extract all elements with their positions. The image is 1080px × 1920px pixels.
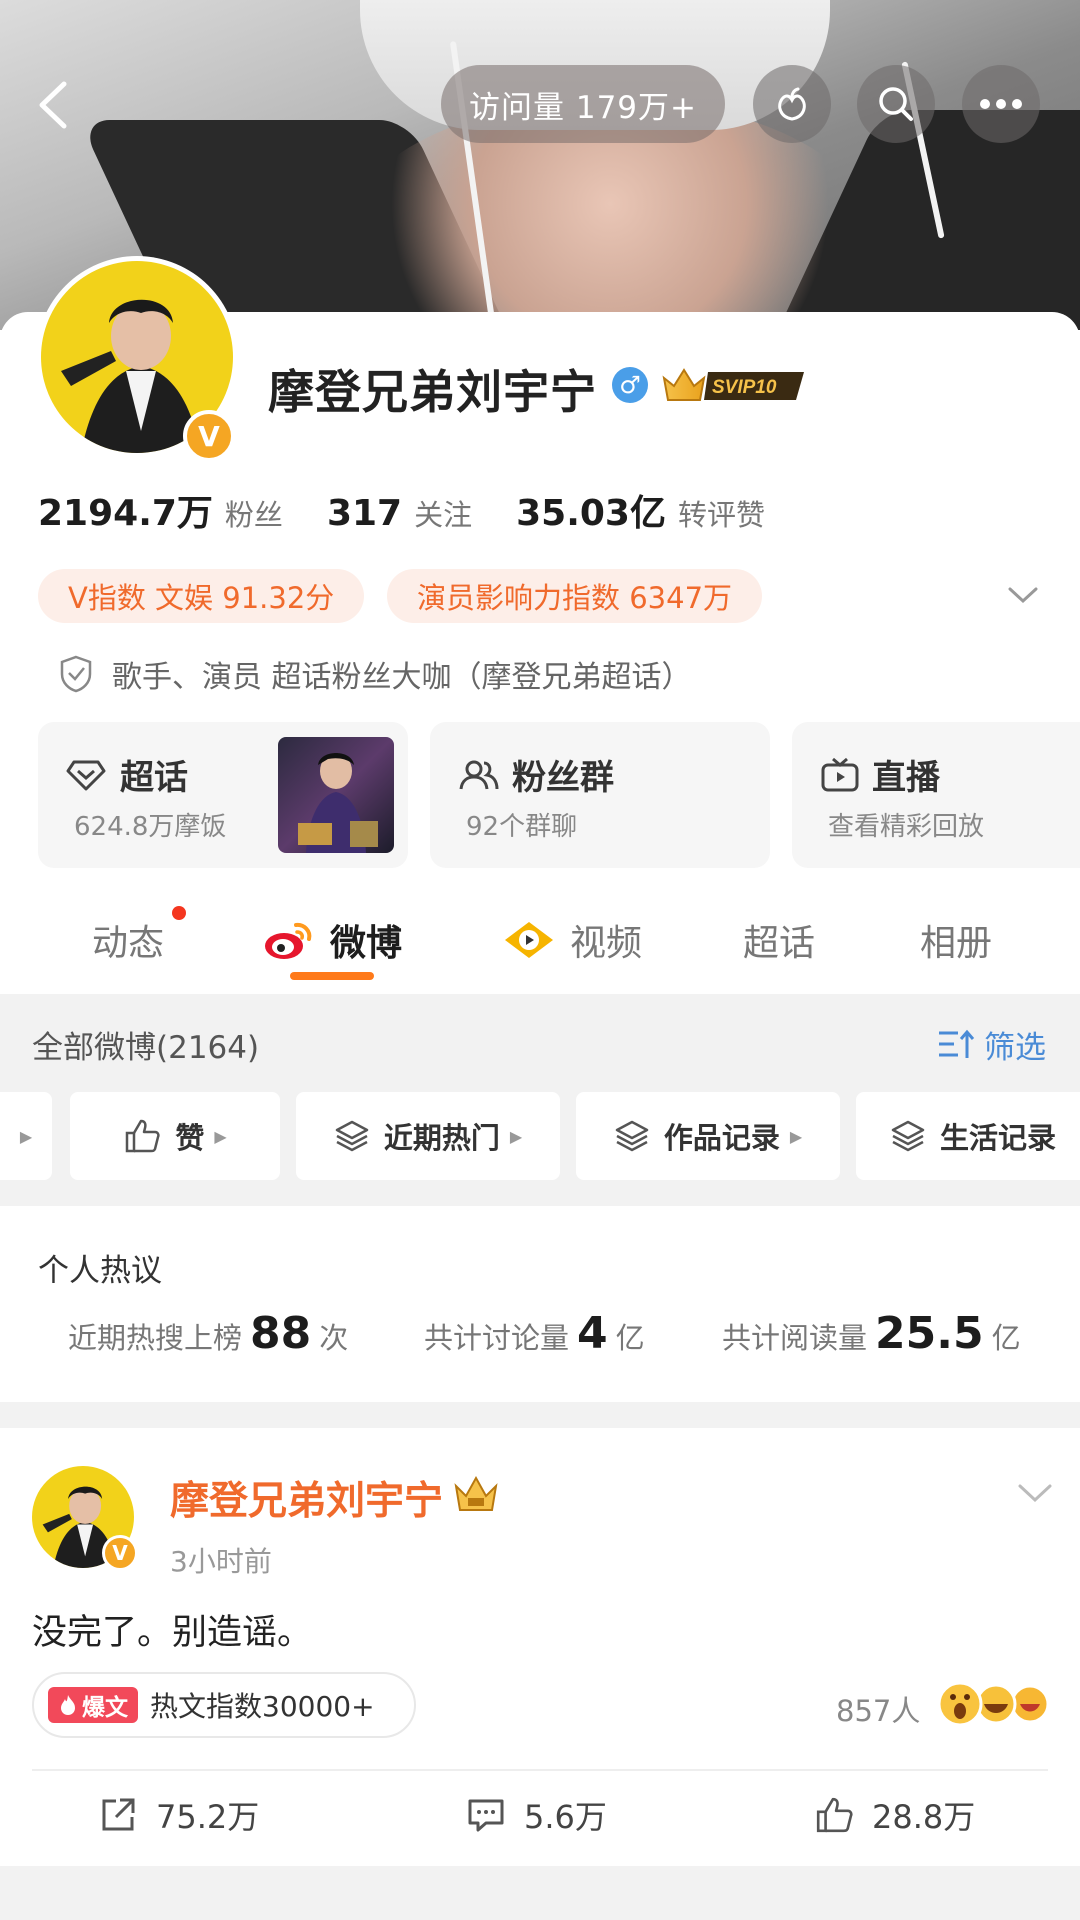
chevron-down-icon[interactable] [1004, 580, 1042, 610]
section-divider [0, 1402, 1080, 1428]
comment-button[interactable]: 5.6万 [466, 1792, 607, 1838]
visit-count-pill[interactable]: 访问量 179万+ [441, 65, 725, 143]
quick-card-live[interactable]: 直播 查看精彩回放 [792, 722, 1080, 868]
personal-hot-discussion [0, 1206, 1080, 1402]
engagement-label: 转评赞 [677, 498, 765, 532]
verified-v-badge: V [183, 410, 235, 462]
weibo-logo-icon [265, 922, 312, 959]
svip-label: SVIP10 [712, 377, 777, 398]
back-arrow-icon[interactable] [30, 78, 80, 132]
quick-card-live-sub: 查看精彩回放 [828, 812, 985, 842]
supertopic-thumbnail [278, 737, 394, 853]
filter-button[interactable]: 筛选 [936, 1022, 1046, 1067]
thumbs-up-icon [816, 1797, 853, 1833]
peach-button[interactable] [753, 65, 831, 143]
layers-icon [335, 1120, 369, 1152]
post-author-name[interactable]: 摩登兄弟刘宇宁 [170, 1470, 443, 1526]
more-icon [980, 99, 1022, 109]
peach-icon [778, 87, 806, 121]
group-icon [459, 760, 499, 789]
video-icon [505, 922, 553, 958]
fans-label: 粉丝 [224, 498, 283, 532]
fans-count[interactable]: 2194.7万 [38, 484, 213, 536]
post-time: 3小时前 [170, 1545, 272, 1578]
tab-supertopic[interactable]: 超话 [743, 914, 815, 966]
quick-card-fan-group[interactable]: 粉丝群 92个群聊 [430, 722, 770, 868]
filter-sort-icon [939, 1029, 975, 1058]
fire-icon [61, 1695, 75, 1715]
hot-search-stat: 近期热搜上榜 88 次 [68, 1308, 349, 1359]
tab-video[interactable]: 视频 [502, 914, 642, 966]
quick-card-supertopic-sub: 624.8万摩饭 [74, 812, 227, 842]
quick-card-live-title: 直播 [820, 750, 940, 799]
hot-article-pill[interactable]: 爆文 热文指数30000+ [32, 1672, 416, 1738]
engagement-count: 35.03亿 [516, 493, 666, 534]
diamond-icon [66, 760, 106, 790]
search-icon [879, 87, 913, 121]
tab-video-label: 视频 [570, 923, 643, 964]
svip-badge[interactable]: SVIP10 [660, 364, 810, 406]
comment-count: 5.6万 [524, 1798, 607, 1836]
profile-tabs: 动态 微博 视频 超话 相册 [0, 896, 1080, 996]
male-gender-icon: ♂ [612, 367, 648, 403]
hot-index-text: 热文指数30000+ [150, 1690, 375, 1723]
baowen-badge: 爆文 [48, 1687, 138, 1723]
repost-count: 75.2万 [156, 1798, 260, 1836]
all-weibo-count: 全部微博(2164) [32, 1030, 260, 1066]
chip-like[interactable]: 赞 ▶ [70, 1092, 280, 1180]
quick-card-fan-group-sub: 92个群聊 [466, 812, 578, 842]
search-button[interactable] [857, 65, 935, 143]
read-stat: 共计阅读量 25.5 亿 [722, 1308, 1021, 1359]
following-count[interactable]: 317 [327, 493, 402, 534]
tab-weibo[interactable]: 微博 [262, 914, 402, 966]
tab-weibo-label: 微博 [330, 923, 403, 964]
layers-icon [615, 1120, 649, 1152]
tab-album[interactable]: 相册 [920, 914, 992, 966]
profile-stats: 2194.7万 粉丝 317 关注 35.03亿 转评赞 [38, 484, 809, 536]
layers-icon [891, 1120, 925, 1152]
bottom-separator [0, 1866, 1080, 1920]
thumbs-up-icon [126, 1119, 160, 1153]
quick-card-fan-group-title: 粉丝群 [458, 750, 614, 799]
tv-icon [821, 757, 859, 791]
post-action-divider [32, 1769, 1048, 1771]
crown-icon [454, 1475, 498, 1511]
filter-label: 筛选 [984, 1030, 1046, 1066]
reaction-people-count: 857人 [836, 1694, 921, 1728]
share-icon [102, 1798, 135, 1831]
hot-title: 个人热议 [38, 1253, 162, 1289]
post-more-chevron-icon[interactable] [1016, 1478, 1054, 1508]
chip-recent-hot[interactable]: 近期热门 ▶ [296, 1092, 560, 1180]
comment-icon [468, 1799, 504, 1832]
quick-card-supertopic-title: 超话 [66, 750, 188, 799]
reaction-emoji-icons[interactable] [934, 1680, 1050, 1728]
post-text: 没完了。别造谣。 [32, 1613, 313, 1653]
quick-card-supertopic[interactable]: 超话 624.8万摩饭 [38, 722, 408, 868]
chip-life[interactable]: 生活记录 [856, 1092, 1080, 1180]
actor-influence-tag[interactable]: 演员影响力指数 6347万 [387, 569, 763, 623]
post-verified-badge: V [102, 1535, 138, 1571]
v-index-tag[interactable]: V指数 文娱 91.32分 [38, 569, 365, 623]
repost-button[interactable]: 75.2万 [98, 1792, 259, 1838]
more-button[interactable] [962, 65, 1040, 143]
chip-works[interactable]: 作品记录 ▶ [576, 1092, 840, 1180]
shield-icon [60, 655, 92, 693]
active-tab-indicator [290, 972, 374, 980]
bio-text: 歌手、演员 超话粉丝大咖（摩登兄弟超话） [112, 660, 692, 695]
profile-name: 摩登兄弟刘宇宁 [268, 365, 597, 419]
chip-partial[interactable]: ▶ [0, 1092, 52, 1180]
tab-dynamics[interactable]: 动态 [92, 914, 164, 966]
bio-row: 歌手、演员 超话粉丝大咖（摩登兄弟超话） [58, 652, 692, 696]
like-button[interactable]: 28.8万 [814, 1792, 975, 1838]
like-count: 28.8万 [872, 1798, 976, 1836]
discussion-stat: 共计讨论量 4 亿 [424, 1308, 645, 1359]
new-notification-dot [172, 906, 186, 920]
following-label: 关注 [414, 498, 473, 532]
